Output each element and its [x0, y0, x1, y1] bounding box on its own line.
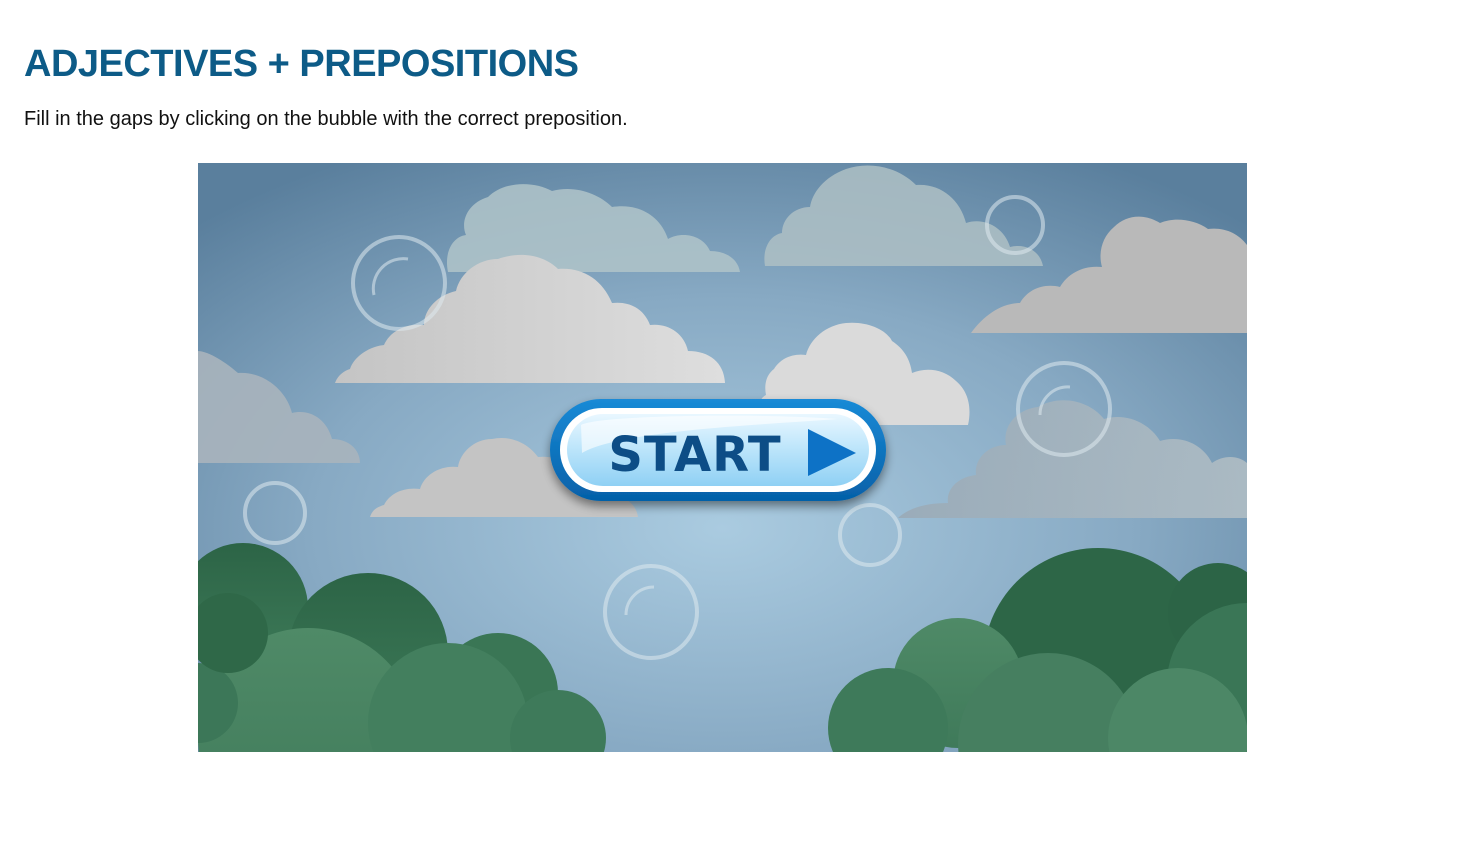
game-frame[interactable]: START — [198, 163, 1247, 752]
start-button[interactable]: START — [550, 399, 886, 501]
game-start-screen: START — [198, 163, 1247, 752]
start-label: START — [608, 427, 781, 483]
instructions-text: Fill in the gaps by clicking on the bubb… — [24, 108, 628, 130]
page-title: ADJECTIVES + PREPOSITIONS — [24, 43, 579, 85]
